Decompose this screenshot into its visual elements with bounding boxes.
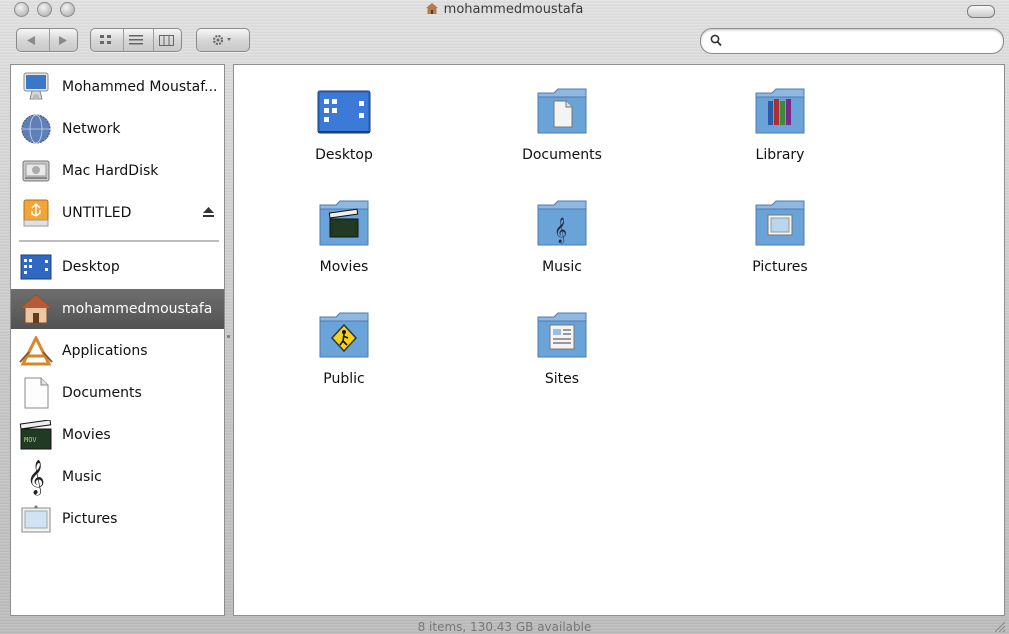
- sidebar-item-label: mohammedmoustafa: [62, 301, 213, 317]
- gear-icon: [212, 34, 231, 46]
- eject-icon[interactable]: [203, 207, 214, 218]
- file-item-label: Pictures: [752, 259, 808, 275]
- desktop-icon: [19, 250, 53, 284]
- search-field[interactable]: [700, 28, 1004, 54]
- sidebar-item-desktop[interactable]: Desktop: [11, 247, 224, 287]
- sidebar-item-applications[interactable]: Applications: [11, 331, 224, 371]
- movies-icon: MOV: [19, 418, 53, 452]
- back-button[interactable]: [20, 29, 44, 51]
- sidebar-item-network[interactable]: Network: [11, 109, 224, 149]
- file-item-music[interactable]: 𝄞 Music: [482, 183, 642, 283]
- applications-icon: [19, 334, 53, 368]
- desktop-folder-icon: [317, 90, 371, 134]
- sidebar-item-movies[interactable]: MOV Movies: [11, 415, 224, 455]
- movies-folder-icon: [319, 200, 369, 246]
- forward-arrow-icon: [58, 35, 67, 45]
- search-input[interactable]: [727, 32, 991, 50]
- toolbar: mohammedmoustafa: [0, 0, 1009, 62]
- documents-folder-icon: [537, 88, 587, 134]
- column-view-button[interactable]: [153, 29, 178, 51]
- hard-disk-icon: [19, 154, 53, 188]
- sidebar-item-pictures[interactable]: Pictures: [11, 499, 224, 539]
- sidebar-item-label: Pictures: [62, 511, 118, 527]
- file-item-label: Sites: [544, 371, 580, 387]
- search-icon: [710, 34, 722, 47]
- public-folder-icon: [319, 312, 369, 358]
- window-title: mohammedmoustafa: [0, 2, 1009, 17]
- library-folder-icon: [755, 88, 805, 134]
- file-item-label: Public: [323, 371, 365, 387]
- sidebar-splitter[interactable]: [227, 335, 230, 338]
- sidebar-item-label: Movies: [62, 427, 111, 443]
- file-item-movies[interactable]: Movies: [264, 183, 424, 283]
- file-item-label: Documents: [522, 147, 602, 163]
- music-icon: 𝄞: [27, 459, 45, 495]
- sidebar-item-label: Mac HardDisk: [62, 163, 159, 179]
- sidebar-divider: [19, 240, 219, 243]
- sidebar-item-label: Music: [62, 469, 102, 485]
- sidebar-item-music[interactable]: 𝄞 Music: [11, 457, 224, 497]
- file-item-documents[interactable]: Documents: [482, 71, 642, 171]
- window-title-text: mohammedmoustafa: [443, 2, 584, 17]
- icon-view-button[interactable]: [94, 29, 118, 51]
- toolbar-toggle-button[interactable]: [967, 5, 995, 18]
- home-icon: [425, 3, 438, 14]
- sidebar-item-label: Documents: [62, 385, 142, 401]
- home-icon: [19, 292, 53, 326]
- list-view-icon: [128, 35, 143, 45]
- view-buttons: [90, 28, 182, 52]
- file-item-label: Music: [542, 259, 582, 275]
- pictures-icon: [19, 502, 53, 536]
- file-item-label: Movies: [319, 259, 369, 275]
- sidebar-item-label: Applications: [62, 343, 148, 359]
- file-item-sites[interactable]: Sites: [482, 295, 642, 395]
- network-globe-icon: [19, 112, 53, 146]
- forward-button[interactable]: [49, 29, 74, 51]
- computer-icon: [19, 70, 53, 104]
- sidebar-item-label: Mohammed Moustaf...: [62, 79, 218, 95]
- file-browser: Desktop Documents Library Movies 𝄞 Music…: [233, 64, 1005, 616]
- action-menu[interactable]: [197, 29, 249, 51]
- sidebar-item-label: Network: [62, 121, 121, 137]
- file-item-public[interactable]: Public: [264, 295, 424, 395]
- sidebar-item-documents[interactable]: Documents: [11, 373, 224, 413]
- action-menu-button[interactable]: [196, 28, 250, 52]
- status-text: 8 items, 130.43 GB available: [417, 620, 592, 634]
- file-item-pictures[interactable]: Pictures: [700, 183, 860, 283]
- music-folder-icon: 𝄞: [537, 200, 587, 246]
- sidebar-item-label: Desktop: [62, 259, 120, 275]
- nav-buttons: [16, 28, 78, 52]
- status-bar: 8 items, 130.43 GB available: [0, 616, 1009, 634]
- list-view-button[interactable]: [122, 29, 148, 51]
- back-arrow-icon: [27, 35, 36, 45]
- file-item-library[interactable]: Library: [700, 71, 860, 171]
- sidebar-item-untitled[interactable]: UNTITLED: [11, 193, 224, 233]
- svg-text:MOV: MOV: [24, 436, 37, 444]
- file-item-desktop[interactable]: Desktop: [264, 71, 424, 171]
- finder-window: mohammedmoustafa Mohammed Moustaf... Net…: [0, 0, 1009, 634]
- icon-view-icon: [99, 35, 111, 44]
- column-view-icon: [158, 34, 174, 46]
- sites-folder-icon: [537, 312, 587, 358]
- sidebar-item-label: UNTITLED: [62, 205, 132, 221]
- svg-text:𝄞: 𝄞: [554, 217, 567, 243]
- resize-grip-icon[interactable]: [993, 620, 1005, 632]
- usb-drive-icon: [19, 196, 53, 230]
- sidebar-item-harddisk[interactable]: Mac HardDisk: [11, 151, 224, 191]
- sidebar-item-computer[interactable]: Mohammed Moustaf...: [11, 67, 224, 107]
- sidebar-item-home[interactable]: mohammedmoustafa: [11, 289, 224, 329]
- file-item-label: Desktop: [315, 147, 373, 163]
- file-item-label: Library: [755, 147, 805, 163]
- sidebar: Mohammed Moustaf... Network Mac HardDisk…: [10, 64, 225, 616]
- pictures-folder-icon: [755, 200, 805, 246]
- documents-icon: [19, 376, 53, 410]
